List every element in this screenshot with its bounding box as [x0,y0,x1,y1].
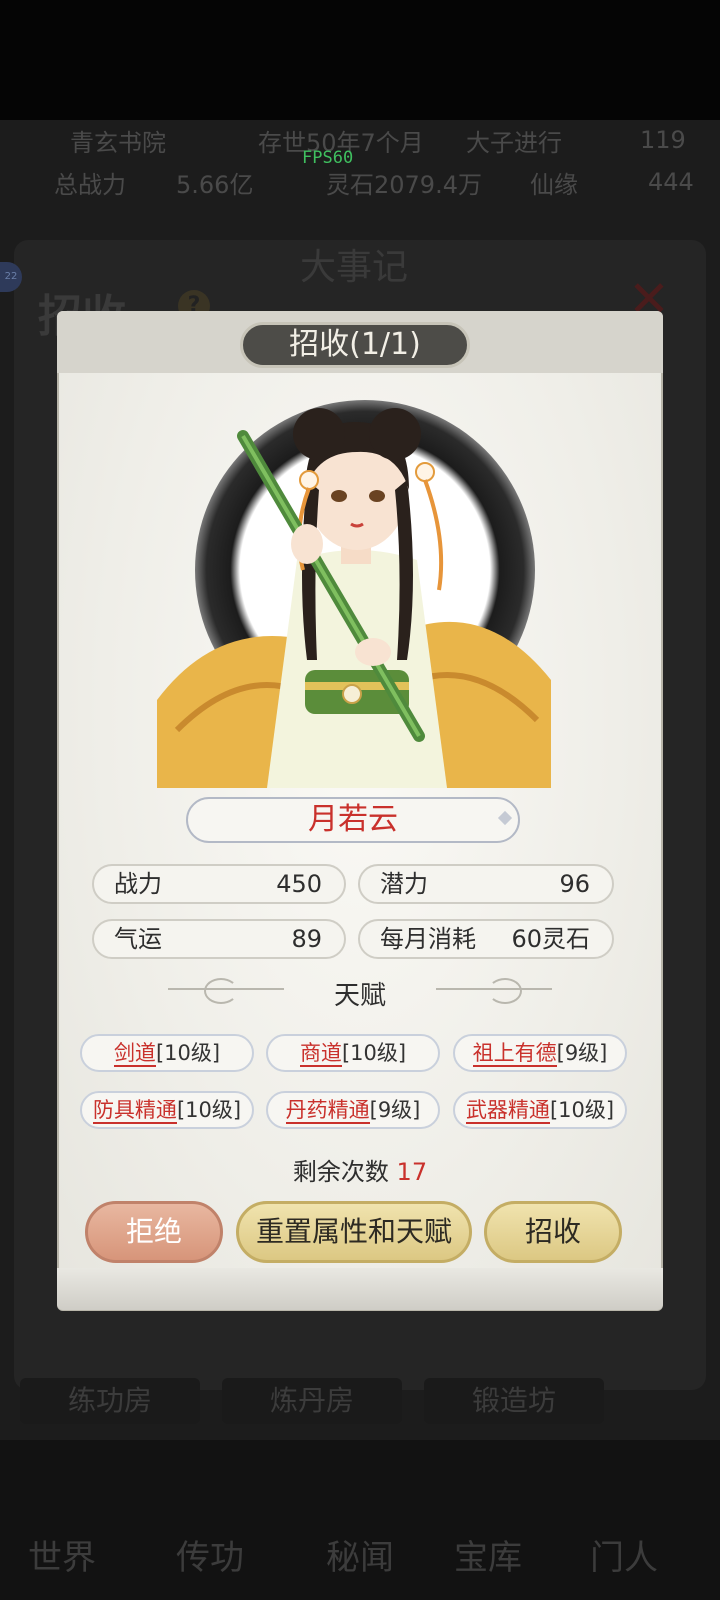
talent-tag[interactable]: 丹药精通[9级] [266,1091,440,1129]
disciple-name: 月若云 [186,797,520,843]
talent-name: 防具精通 [92,1098,177,1124]
reject-button[interactable]: 拒绝 [85,1201,223,1263]
fate-value: 444 [648,168,694,196]
talent-name: 武器精通 [465,1098,550,1124]
stat-label: 战力 [114,870,162,898]
stat-monthly-cost: 每月消耗 60灵石 [358,919,614,959]
talent-header: 天赋 [333,981,386,1011]
dialog-title: 招收(1/1) [240,322,470,368]
nav-treasury[interactable]: 宝库 [454,1530,522,1579]
reset-attributes-button[interactable]: 重置属性和天赋 [236,1201,472,1263]
room-forge[interactable]: 锻造坊 [424,1378,604,1424]
stat-label: 气运 [114,925,162,953]
remaining-label: 剩余次数 [292,1158,389,1186]
spirit-stones: 灵石2079.4万 [326,170,482,199]
sect-name: 青玄书院 [70,128,166,157]
nav-secrets[interactable]: 秘闻 [326,1530,394,1579]
nav-world[interactable]: 世界 [28,1530,96,1579]
dialog-footer-ink [57,1268,663,1310]
room-alchemy[interactable]: 炼丹房 [222,1378,402,1424]
sect-count: 119 [640,126,686,154]
top-bar [0,0,720,120]
stat-label: 每月消耗 [380,925,476,953]
talent-name: 丹药精通 [285,1098,370,1124]
talent-tag[interactable]: 祖上有德[9级] [453,1034,627,1072]
talent-tag[interactable]: 剑道[10级] [80,1034,254,1072]
remaining-count: 17 [396,1158,428,1186]
total-power-label: 总战力 [54,170,126,199]
top-stat-row-1: 青玄书院 存世50年7个月 大子进行 119 [0,118,720,162]
sect-status: 大子进行 [466,128,562,157]
talent-tag[interactable]: 武器精通[10级] [453,1091,627,1129]
nav-disciples[interactable]: 门人 [590,1530,658,1579]
stat-value: 89 [291,925,322,953]
fate-label: 仙缘 [530,170,578,199]
stat-potential: 潜力 96 [358,864,614,904]
stat-value: 96 [559,870,590,898]
stat-label: 潜力 [380,870,428,898]
recruit-button[interactable]: 招收 [484,1201,622,1263]
cloud-ornament-right [488,978,522,1004]
talent-tag[interactable]: 防具精通[10级] [80,1091,254,1129]
talent-level: [9级] [369,1098,421,1122]
talent-name: 祖上有德 [472,1041,557,1067]
fps-counter: FPS60 [302,148,354,168]
talent-level: [9级] [556,1041,608,1065]
stat-value: 60灵石 [511,925,590,953]
stat-luck: 气运 89 [92,919,346,959]
stat-combat-power: 战力 450 [92,864,346,904]
talent-tag[interactable]: 商道[10级] [266,1034,440,1072]
screen-title: 大事记 [300,247,409,288]
talent-level: [10级] [176,1098,242,1122]
talent-level: [10级] [155,1041,221,1065]
disciple-portrait [157,400,551,788]
nav-transmit[interactable]: 传功 [176,1530,244,1579]
talent-name: 剑道 [113,1041,156,1067]
total-power-value: 5.66亿 [176,170,254,199]
stat-value: 450 [276,870,322,898]
talent-name: 商道 [299,1041,342,1067]
top-stat-row-2: 总战力 5.66亿 灵石2079.4万 仙缘 444 [0,160,720,204]
remaining-attempts: 剩余次数 17 [0,1152,720,1187]
talent-level: [10级] [549,1098,615,1122]
room-training[interactable]: 练功房 [20,1378,200,1424]
talent-level: [10级] [341,1041,407,1065]
